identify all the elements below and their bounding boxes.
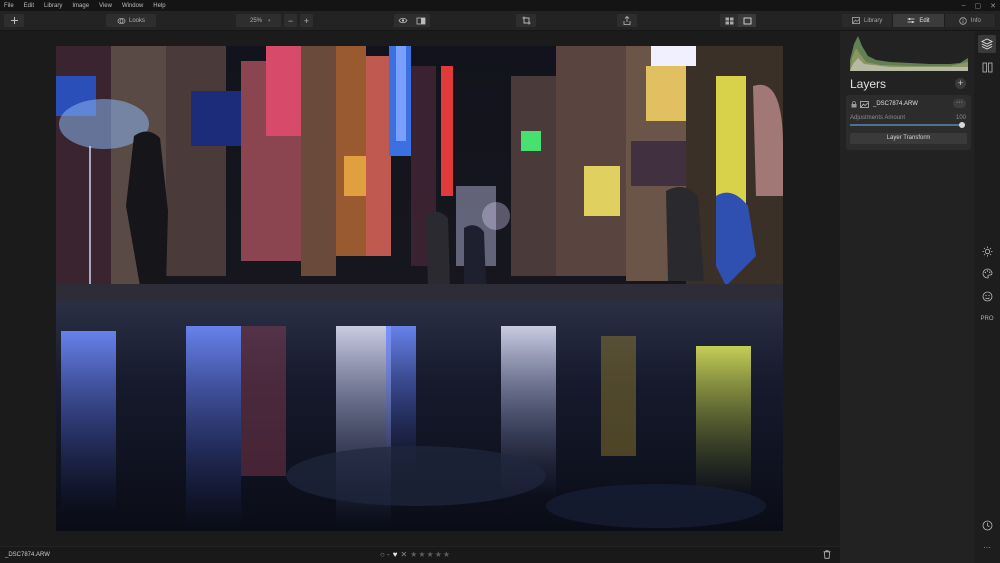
compare-tool-button[interactable]: [978, 58, 996, 76]
menu-file[interactable]: File: [4, 3, 14, 9]
grid-icon: [725, 17, 733, 24]
slider-handle[interactable]: [959, 122, 965, 128]
menu-window[interactable]: Window: [122, 3, 143, 9]
zoom-out-button[interactable]: −: [284, 14, 297, 27]
pro-tool-button[interactable]: PRO: [978, 310, 996, 328]
eye-icon: [398, 17, 408, 24]
preview-button[interactable]: [394, 14, 412, 27]
menu-view[interactable]: View: [99, 3, 112, 9]
edit-panel: Layers + _DSC7874.ARW ··· Adjustments Am…: [840, 31, 974, 563]
portrait-tool-button[interactable]: [978, 287, 996, 305]
image-layer-icon: [860, 101, 869, 108]
layer-name: _DSC7874.ARW: [873, 101, 918, 107]
clock-icon: [982, 520, 992, 530]
adjustments-amount-value: 100: [955, 115, 966, 121]
layer-item[interactable]: _DSC7874.ARW ··· Adjustments Amount 100 …: [846, 95, 971, 150]
histogram-chart: [850, 36, 968, 71]
menu-help[interactable]: Help: [153, 3, 165, 9]
layers-title: Layers: [850, 77, 887, 91]
star-icon[interactable]: ★: [435, 550, 442, 559]
face-icon: [982, 291, 992, 301]
adjustments-amount-label: Adjustments Amount: [850, 115, 906, 121]
star-icon[interactable]: ★: [427, 550, 434, 559]
tool-rail: PRO ···: [974, 31, 1000, 563]
looks-button[interactable]: Looks: [106, 14, 156, 27]
photo[interactable]: [56, 46, 783, 531]
toolbar: Looks 25% ▾ − + Library Edit Info: [0, 11, 1000, 31]
single-view-button[interactable]: [738, 14, 756, 27]
tab-library-label: Library: [863, 17, 883, 24]
menu-edit[interactable]: Edit: [24, 3, 34, 9]
adjustments-amount-slider[interactable]: [850, 124, 965, 126]
reject-icon[interactable]: ✕: [400, 550, 407, 559]
sun-icon: [982, 246, 992, 256]
history-button[interactable]: [978, 516, 996, 534]
essentials-tool-button[interactable]: [978, 242, 996, 260]
looks-icon: [117, 17, 126, 24]
view-toggle-group: [394, 14, 430, 27]
single-view-icon: [743, 17, 751, 24]
layer-transform-button[interactable]: Layer Transform: [850, 133, 967, 144]
menu: File Edit Library Image View Window Help: [0, 3, 176, 9]
flag-toggle[interactable]: ○ -: [380, 550, 390, 559]
layout-toggle-group: [720, 14, 756, 27]
maximize-button[interactable]: ▢: [975, 2, 982, 10]
rating-controls: ○ - ♥ ✕ ★ ★ ★ ★ ★: [380, 550, 450, 559]
star-icon[interactable]: ★: [418, 550, 425, 559]
crop-icon: [522, 16, 530, 25]
add-layer-button[interactable]: +: [955, 78, 966, 89]
more-tools-button[interactable]: ···: [978, 538, 996, 556]
star-icon[interactable]: ★: [410, 550, 417, 559]
close-button[interactable]: ✕: [990, 2, 996, 10]
image-canvas[interactable]: [0, 31, 840, 546]
compare-button[interactable]: [412, 14, 430, 27]
tab-info-label: Info: [970, 17, 981, 24]
layers-tool-button[interactable]: [978, 35, 996, 53]
share-button[interactable]: [617, 14, 637, 27]
mode-tabs: Library Edit Info: [842, 14, 996, 27]
star-rating[interactable]: ★ ★ ★ ★ ★: [410, 550, 450, 559]
add-button[interactable]: [4, 14, 24, 27]
minimize-button[interactable]: –: [962, 2, 966, 9]
layer-more-button[interactable]: ···: [953, 99, 966, 108]
palette-icon: [982, 268, 992, 278]
sliders-icon: [907, 18, 915, 23]
status-bar: _DSC7874.ARW ○ - ♥ ✕ ★ ★ ★ ★ ★: [0, 546, 840, 563]
library-icon: [852, 17, 860, 24]
zoom-value: 25%: [250, 17, 263, 24]
share-icon: [623, 16, 631, 25]
crop-button[interactable]: [516, 14, 536, 27]
creative-tool-button[interactable]: [978, 264, 996, 282]
menu-library[interactable]: Library: [44, 3, 62, 9]
star-icon[interactable]: ★: [443, 550, 450, 559]
tab-edit[interactable]: Edit: [893, 14, 945, 27]
tab-edit-label: Edit: [919, 17, 930, 24]
zoom-in-button[interactable]: +: [300, 14, 313, 27]
menu-bar: File Edit Library Image View Window Help…: [0, 0, 1000, 11]
heart-icon[interactable]: ♥: [393, 550, 398, 559]
tab-info[interactable]: Info: [944, 14, 996, 27]
chevron-down-icon: ▾: [268, 17, 271, 24]
grid-view-button[interactable]: [720, 14, 738, 27]
menu-image[interactable]: Image: [72, 3, 89, 9]
street-photo-image: [56, 46, 783, 531]
window-controls: – ▢ ✕: [962, 0, 996, 11]
zoom-select[interactable]: 25% ▾: [236, 14, 281, 27]
tab-library[interactable]: Library: [842, 14, 894, 27]
plus-icon: [10, 17, 18, 24]
filename-label: _DSC7874.ARW: [5, 552, 50, 558]
compare-icon: [416, 17, 426, 24]
looks-label: Looks: [128, 17, 145, 24]
layers-icon: [981, 38, 993, 50]
split-view-icon: [982, 62, 992, 72]
trash-icon: [823, 550, 831, 559]
trash-button[interactable]: [823, 550, 831, 561]
info-icon: [959, 16, 967, 25]
lock-icon[interactable]: [851, 101, 857, 108]
